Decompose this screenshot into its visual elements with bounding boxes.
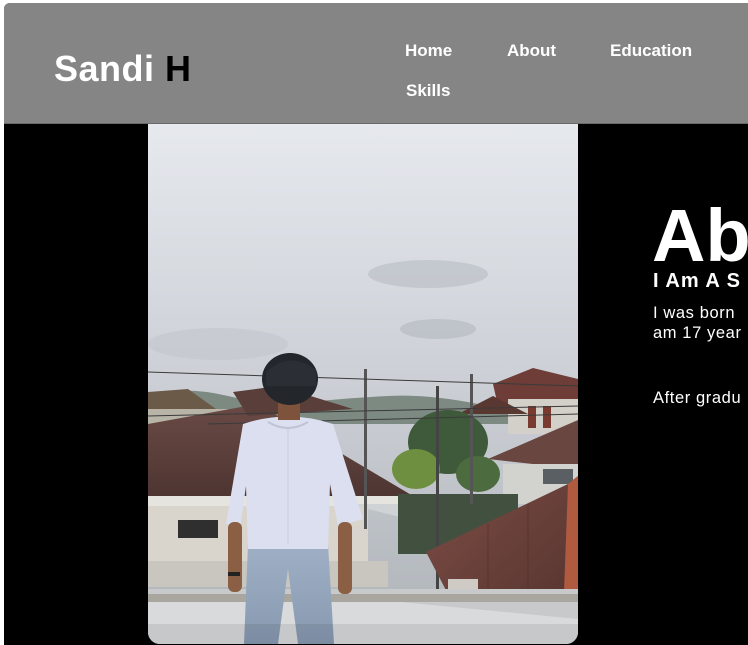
about-paragraph-2: After gradu [653,389,742,407]
browser-viewport: Sandi H Home About Education Skills Ab I… [4,3,748,645]
nav-home-link[interactable]: Home [405,41,452,61]
brand-first-name: Sandi [54,48,155,89]
about-paragraph-1-line-1: I was born [653,304,736,322]
about-paragraph-1-line-2: am 17 year [653,324,742,342]
site-logo[interactable]: Sandi H [54,48,192,90]
nav-education-link[interactable]: Education [610,41,692,61]
about-subheading: I Am A S [653,269,742,292]
nav-skills-link[interactable]: Skills [406,81,450,101]
site-header: Sandi H Home About Education Skills [4,3,748,124]
profile-photo [148,124,578,644]
brand-initial: H [165,48,192,89]
about-heading: Ab [652,193,748,277]
nav-about-link[interactable]: About [507,41,556,61]
